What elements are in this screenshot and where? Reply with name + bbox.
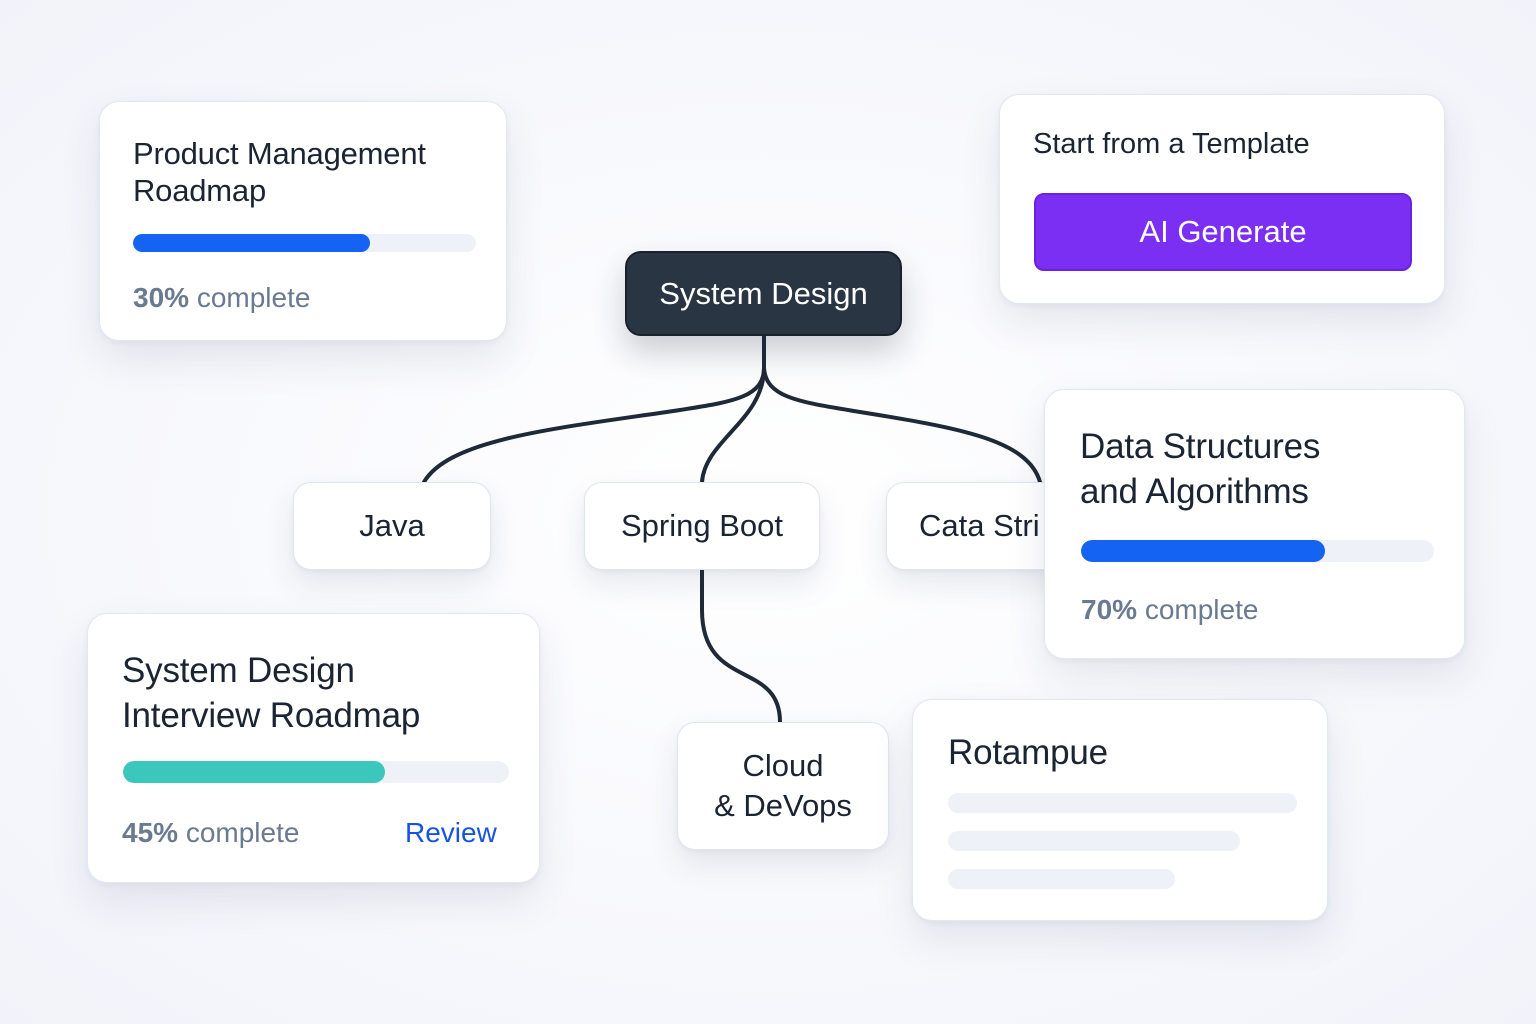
connector-root-data-structures [762,366,1042,484]
progress-percent: 70% [1081,594,1138,625]
roadmap-card-product-management[interactable]: Product Management Roadmap 30% complete [99,101,507,341]
roadmap-card-title-line1: Product Management [133,136,426,171]
skeleton-line [948,793,1297,813]
review-link[interactable]: Review [405,817,497,849]
ai-generate-button[interactable]: AI Generate [1034,193,1412,271]
roadmap-card-title: Data Structures and Algorithms [1080,424,1320,514]
template-card-title: Start from a Template [1033,128,1310,160]
roadmap-card-title-line1: Data Structures [1080,427,1321,466]
mindmap-node-spring-boot[interactable]: Spring Boot [584,482,820,570]
progress-bar-fill [133,234,370,252]
progress-suffix: complete [189,282,311,313]
connector-root-spring-boot [700,366,766,484]
progress-bar [133,234,476,252]
connector-root-java [422,334,766,484]
placeholder-card-title: Rotampue [948,733,1108,772]
canvas: Product Management Roadmap 30% complete … [0,0,1536,1024]
mindmap-node-system-design[interactable]: System Design [625,251,902,336]
progress-percent: 30% [133,282,190,313]
roadmap-card-title-line1: System Design [122,651,355,690]
progress-suffix: complete [1137,594,1259,625]
skeleton-line [948,869,1175,889]
roadmap-card-title-line2: and Algorithms [1080,472,1309,511]
roadmap-card-title-line2: Roadmap [133,173,267,208]
progress-label: 45% complete [122,817,299,849]
roadmap-card-data-structures[interactable]: Data Structures and Algorithms 70% compl… [1044,389,1465,659]
cloud-node-line1: Cloud [742,748,824,783]
placeholder-card[interactable]: Rotampue [912,699,1328,921]
roadmap-card-title-line2: Interview Roadmap [122,696,421,735]
progress-label: 70% complete [1081,594,1258,626]
progress-bar [123,761,509,783]
mindmap-node-java[interactable]: Java [293,482,491,570]
roadmap-card-system-design-interview[interactable]: System Design Interview Roadmap 45% comp… [87,613,540,883]
skeleton-line [948,831,1240,851]
cloud-node-line2: & DeVops [714,788,852,823]
connector-spring-boot-cloud [700,568,782,724]
progress-bar-fill [1081,540,1325,562]
template-card: Start from a Template AI Generate [999,94,1445,304]
progress-label: 30% complete [133,282,310,314]
mindmap-node-cloud-devops[interactable]: Cloud & DeVops [677,722,889,850]
progress-suffix: complete [178,817,300,848]
progress-percent: 45% [122,817,179,848]
progress-bar [1081,540,1434,562]
progress-bar-fill [123,761,386,783]
roadmap-card-title: System Design Interview Roadmap [122,648,420,738]
roadmap-card-title: Product Management Roadmap [133,135,426,209]
